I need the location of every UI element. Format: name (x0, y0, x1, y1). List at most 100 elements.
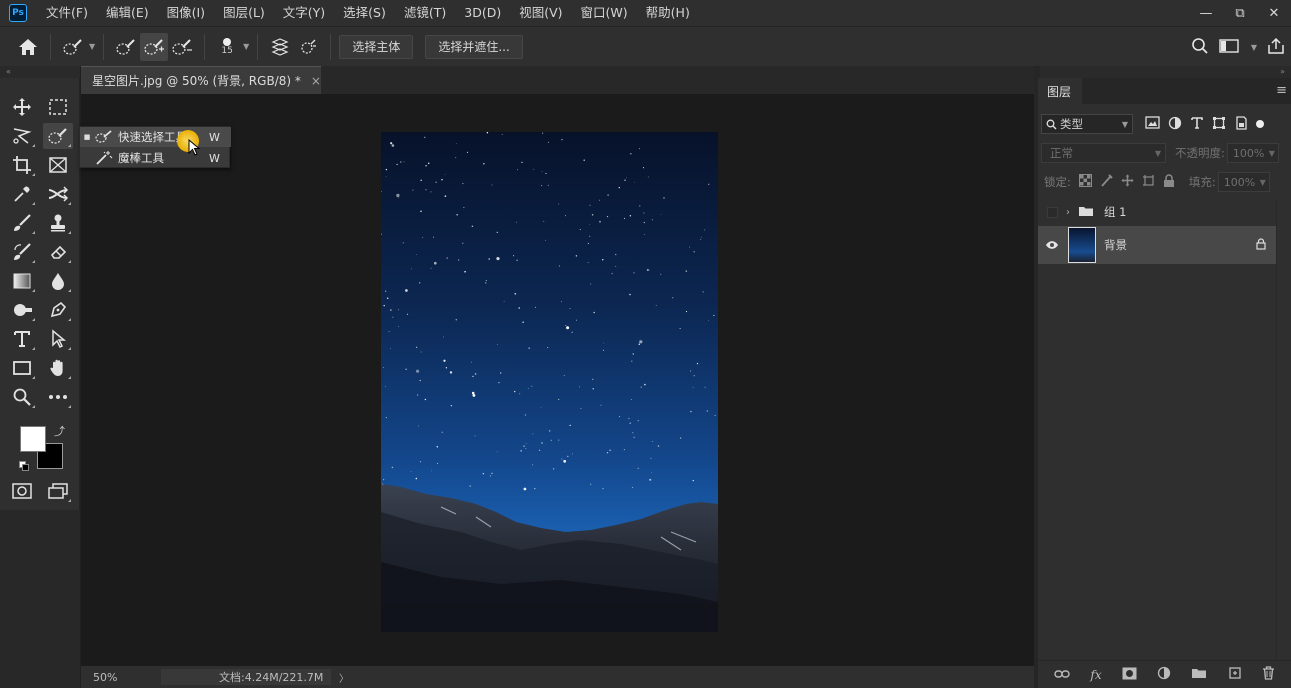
filter-type-icon[interactable] (1190, 116, 1204, 133)
new-selection-icon[interactable] (112, 33, 140, 61)
blur-tool[interactable] (43, 268, 73, 294)
menu-view[interactable]: 视图(V) (510, 0, 571, 26)
share-icon[interactable] (1267, 37, 1285, 58)
hand-tool[interactable] (43, 355, 73, 381)
screen-mode-button[interactable] (43, 478, 73, 504)
lock-pixels-icon[interactable] (1100, 174, 1113, 190)
chevron-down-icon[interactable]: ▼ (1251, 43, 1257, 52)
chevron-right-icon[interactable]: › (1066, 207, 1078, 218)
menu-window[interactable]: 窗口(W) (572, 0, 637, 26)
eyedropper-tool[interactable] (7, 181, 37, 207)
select-and-mask-button[interactable]: 选择并遮住... (425, 34, 523, 59)
pen-tool[interactable] (43, 297, 73, 323)
layer-visibility-toggle[interactable] (1038, 240, 1066, 250)
zoom-level[interactable]: 50% (81, 671, 131, 684)
panel-expand-toggle[interactable]: » (1280, 66, 1285, 78)
select-subject-button[interactable]: 选择主体 (339, 34, 414, 59)
rectangle-tool[interactable] (7, 355, 37, 381)
marquee-tool[interactable] (43, 94, 73, 120)
layer-row-group[interactable]: › 组 1 (1038, 200, 1276, 224)
more-tools-button[interactable] (43, 384, 73, 410)
quick-selection-tool[interactable] (43, 123, 73, 149)
menu-image[interactable]: 图像(I) (158, 0, 214, 26)
filter-toggle-icon[interactable] (1256, 120, 1264, 128)
chevron-down-icon[interactable]: ▼ (89, 42, 95, 51)
menu-help[interactable]: 帮助(H) (637, 0, 699, 26)
add-to-selection-icon[interactable] (140, 32, 169, 61)
flyout-item-quick-selection[interactable]: ■ 快速选择工具 W (80, 127, 231, 147)
menu-layer[interactable]: 图层(L) (214, 0, 274, 26)
subtract-from-selection-icon[interactable] (168, 33, 196, 61)
link-layers-icon[interactable] (1054, 668, 1070, 682)
filter-pixel-icon[interactable] (1145, 116, 1160, 132)
layer-style-fx-icon[interactable]: fx (1090, 668, 1101, 682)
quick-selection-icon (94, 130, 114, 144)
layer-row-background[interactable]: 背景 (1038, 226, 1276, 264)
lock-artboard-icon[interactable] (1142, 174, 1155, 190)
frame-tool[interactable] (43, 152, 73, 178)
photoshop-logo-icon[interactable]: Ps (9, 4, 27, 22)
brush-tool[interactable] (7, 210, 37, 236)
brush-size-picker[interactable]: 15 (213, 33, 241, 61)
layers-scrollbar[interactable] (1276, 200, 1291, 660)
menu-edit[interactable]: 编辑(E) (97, 0, 158, 26)
status-menu-arrow-icon[interactable]: 〉 (339, 670, 349, 685)
blend-mode-select[interactable]: 正常 ▼ (1041, 143, 1166, 163)
lock-all-icon[interactable] (1163, 174, 1175, 190)
sample-all-layers-icon[interactable] (266, 33, 294, 61)
history-brush-tool[interactable] (7, 239, 37, 265)
starry-sky-photo[interactable] (381, 132, 718, 632)
zoom-tool[interactable] (7, 384, 37, 410)
stamp-tool[interactable] (43, 210, 73, 236)
lock-icon[interactable] (1256, 237, 1266, 253)
chevron-down-icon[interactable]: ▼ (243, 42, 249, 51)
panel-menu-icon[interactable]: ≡ (1276, 83, 1287, 98)
new-group-folder-icon[interactable] (1191, 667, 1207, 682)
menu-select[interactable]: 选择(S) (334, 0, 395, 26)
layer-visibility-toggle[interactable] (1038, 206, 1066, 218)
lasso-tool[interactable] (7, 123, 37, 149)
options-bar-right: ▼ (1191, 27, 1285, 67)
filter-shape-icon[interactable] (1212, 116, 1226, 133)
workspace-icon[interactable] (1219, 38, 1239, 57)
tool-preset-picker[interactable] (59, 33, 87, 61)
add-mask-icon[interactable] (1122, 667, 1137, 683)
foreground-color-swatch[interactable] (20, 426, 46, 452)
document-tab[interactable]: 星空图片.jpg @ 50% (背景, RGB/8) * × (81, 66, 321, 94)
filter-smart-object-icon[interactable] (1234, 115, 1248, 133)
restore-button[interactable]: ⧉ (1223, 6, 1257, 21)
toolbox-collapse-toggle[interactable]: « (0, 66, 80, 78)
eraser-tool[interactable] (43, 239, 73, 265)
filter-adjustment-icon[interactable] (1168, 116, 1182, 133)
menu-type[interactable]: 文字(Y) (274, 0, 334, 26)
lock-transparent-icon[interactable] (1078, 174, 1092, 190)
close-tab-icon[interactable]: × (311, 74, 321, 88)
menu-file[interactable]: 文件(F) (37, 0, 97, 26)
lock-position-icon[interactable] (1121, 174, 1134, 190)
dodge-tool[interactable] (7, 297, 37, 323)
menu-3d[interactable]: 3D(D) (455, 0, 510, 26)
type-tool[interactable] (7, 326, 37, 352)
menu-filter[interactable]: 滤镜(T) (395, 0, 455, 26)
patch-tool[interactable] (43, 181, 73, 207)
swap-colors-icon[interactable]: ⤴ (54, 423, 65, 439)
fill-field[interactable]: 100% ▼ (1217, 172, 1270, 192)
search-icon[interactable] (1191, 37, 1209, 58)
adjustment-layer-icon[interactable] (1157, 666, 1171, 683)
home-icon[interactable] (14, 33, 42, 61)
new-layer-icon[interactable] (1228, 666, 1242, 683)
quick-mask-button[interactable] (7, 478, 37, 504)
crop-tool[interactable] (7, 152, 37, 178)
minimize-button[interactable]: — (1189, 6, 1223, 21)
tab-layers[interactable]: 图层 (1038, 78, 1082, 104)
filter-kind-select[interactable]: 类型 ▼ (1041, 114, 1133, 134)
default-colors-icon[interactable] (19, 460, 29, 471)
move-tool[interactable] (7, 94, 37, 120)
path-selection-tool[interactable] (43, 326, 73, 352)
close-window-button[interactable]: ✕ (1257, 6, 1291, 21)
delete-layer-icon[interactable] (1262, 666, 1275, 683)
gradient-tool[interactable] (7, 268, 37, 294)
flyout-item-magic-wand[interactable]: 魔棒工具 W (80, 148, 231, 168)
enhance-edge-icon[interactable] (294, 33, 322, 61)
opacity-field[interactable]: 100% ▼ (1226, 143, 1279, 163)
